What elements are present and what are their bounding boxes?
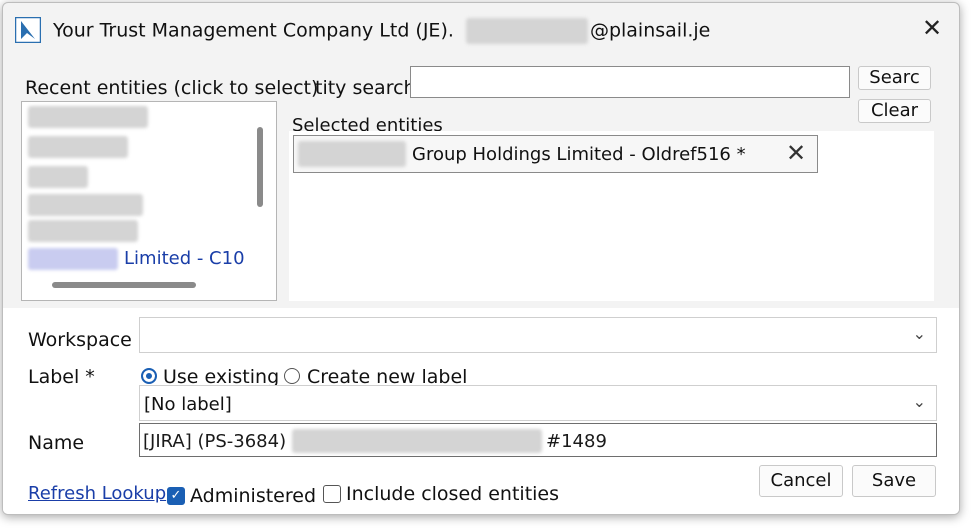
clear-button[interactable]: Clear [858,99,931,123]
recent-item-redacted[interactable] [28,106,148,128]
recent-item-link[interactable]: Limited - C10 [28,248,245,270]
vertical-scrollbar[interactable] [257,127,263,207]
chevron-down-icon: ⌄ [912,392,926,411]
selected-entity-chip: Group Holdings Limited - Oldref516 * ✕ [293,135,818,173]
administered-checkbox[interactable]: ✓ [167,487,185,505]
selected-entities-list: Group Holdings Limited - Oldref516 * ✕ [289,131,934,301]
save-button[interactable]: Save [852,465,936,497]
recent-item-redacted[interactable] [28,220,138,242]
dialog-window: Your Trust Management Company Ltd (JE). … [2,2,960,515]
cancel-button[interactable]: Cancel [759,465,843,497]
entity-search-label: tity search [315,77,416,99]
label-select[interactable]: [No label] ⌄ [139,385,937,421]
redacted-entity-name [28,248,118,270]
title-bar: Your Trust Management Company Ltd (JE). … [3,3,959,55]
app-logo-icon [15,17,41,43]
label-value: [No label] [144,394,232,415]
chevron-down-icon: ⌄ [912,324,926,343]
name-value-prefix: [JIRA] (PS-3684) [143,431,287,452]
remove-entity-icon[interactable]: ✕ [786,139,806,167]
recent-entities-label: Recent entities (click to select) [25,77,319,99]
window-title-prefix: Your Trust Management Company Ltd (JE). [53,19,454,42]
search-button[interactable]: Searc [858,66,931,90]
selected-entity-text: Group Holdings Limited - Oldref516 * [412,144,746,165]
name-input[interactable]: [JIRA] (PS-3684) #1489 [139,423,937,457]
recent-entities-list: Limited - C10 [21,101,277,301]
use-existing-radio[interactable] [141,368,157,384]
name-label: Name [28,432,85,454]
redacted-name-part [292,429,542,453]
label-field-label: Label * [28,366,95,388]
refresh-lookup-link[interactable]: Refresh Lookup [28,483,166,504]
administered-label[interactable]: Administered [190,485,316,507]
horizontal-scrollbar[interactable] [52,282,196,288]
recent-item-redacted[interactable] [28,166,88,188]
recent-item-redacted[interactable] [28,136,128,158]
redacted-email [465,18,588,44]
close-button[interactable]: ✕ [917,13,947,43]
redacted-entity-name [298,141,406,167]
window-title-suffix: @plainsail.je [589,19,711,42]
include-closed-label[interactable]: Include closed entities [346,483,559,505]
create-new-label-radio[interactable] [284,368,300,384]
recent-item-label: Limited - C10 [124,248,245,269]
workspace-select[interactable]: ⌄ [139,317,937,353]
workspace-label: Workspace [28,329,132,351]
recent-item-redacted[interactable] [28,194,143,216]
include-closed-checkbox[interactable] [323,485,341,503]
name-value-suffix: #1489 [546,431,607,452]
entity-search-input[interactable] [410,66,850,98]
window-title: Your Trust Management Company Ltd (JE). … [53,18,710,44]
